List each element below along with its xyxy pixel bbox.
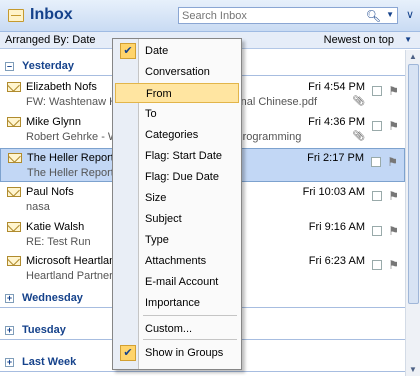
envelope-icon — [7, 82, 21, 92]
group-label: Yesterday — [22, 60, 74, 72]
menu-item-e-mail-account[interactable]: E-mail Account — [115, 272, 239, 292]
message-time: Fri 2:17 PM — [307, 152, 364, 164]
category-checkbox[interactable] — [372, 191, 382, 201]
group-divider — [0, 371, 405, 372]
menu-item-type[interactable]: Type — [115, 230, 239, 250]
menu-item-label: Date — [145, 45, 169, 57]
menu-item-to[interactable]: To — [115, 104, 239, 124]
group-label: Wednesday — [22, 292, 83, 304]
flag-icon[interactable]: ⚑ — [388, 119, 399, 133]
scroll-down-icon[interactable]: ▼ — [409, 365, 417, 374]
expand-chevron-icon[interactable]: ∨ — [406, 8, 414, 21]
group-label: Tuesday — [22, 324, 66, 336]
menu-item-label: Importance — [145, 297, 201, 309]
menu-item-label: Type — [145, 234, 169, 246]
menu-item-label: Flag: Due Date — [145, 171, 219, 183]
menu-item-size[interactable]: Size — [115, 188, 239, 208]
arrange-by-menu: ✔ Date Conversation From To Categories Flag: S… — [112, 38, 242, 370]
category-checkbox[interactable] — [371, 157, 381, 167]
menu-item-label: Subject — [145, 213, 182, 225]
search-options-dropdown-icon[interactable]: ▼ — [386, 10, 394, 19]
flag-icon[interactable]: ⚑ — [387, 155, 398, 169]
checkmark-icon: ✔ — [120, 345, 136, 361]
envelope-icon — [7, 117, 21, 127]
message-time: Fri 4:54 PM — [308, 81, 365, 93]
search-box[interactable]: 🔍︎ ▼ — [178, 7, 398, 24]
scroll-thumb[interactable] — [408, 64, 419, 304]
flag-icon[interactable]: ⚑ — [388, 189, 399, 203]
message-time: Fri 6:23 AM — [308, 255, 365, 267]
menu-item-label: Size — [145, 192, 167, 204]
inbox-icon — [8, 9, 24, 22]
menu-item-categories[interactable]: Categories — [115, 125, 239, 145]
message-time: Fri 4:36 PM — [308, 116, 365, 128]
menu-item-flag-due-date[interactable]: Flag: Due Date — [115, 167, 239, 187]
sort-dropdown-icon[interactable]: ▼ — [404, 35, 412, 44]
vertical-scrollbar[interactable]: ▲ ▼ — [405, 50, 420, 376]
menu-separator — [143, 339, 237, 340]
menu-item-show-in-groups[interactable]: ✔ Show in Groups — [115, 343, 239, 363]
paperclip-icon: 📎︎ — [352, 96, 365, 107]
paperclip-icon: 📎︎ — [352, 131, 365, 142]
category-checkbox[interactable] — [372, 260, 382, 270]
category-checkbox[interactable] — [372, 226, 382, 236]
menu-item-label: Custom... — [145, 323, 193, 335]
category-checkbox[interactable] — [372, 121, 382, 131]
envelope-icon — [8, 153, 22, 163]
envelope-icon — [7, 256, 21, 266]
menu-item-label: Flag: Start Date — [145, 150, 223, 162]
menu-item-from[interactable]: From — [115, 83, 239, 103]
menu-item-date[interactable]: ✔ Date — [115, 41, 239, 61]
menu-item-label: Attachments — [145, 255, 207, 267]
group-label: Last Week — [22, 356, 77, 368]
menu-item-importance[interactable]: Importance — [115, 293, 239, 313]
arrange-by-button[interactable]: Arranged By: Date — [5, 34, 96, 46]
search-input[interactable] — [182, 9, 362, 22]
inbox-header: Inbox 🔍︎ ▼ ∨ — [0, 0, 420, 32]
menu-item-flag-start-date[interactable]: Flag: Start Date — [115, 146, 239, 166]
menu-item-label: To — [145, 108, 157, 120]
collapse-icon[interactable]: – — [5, 62, 14, 71]
message-time: Fri 9:16 AM — [308, 221, 365, 233]
menu-item-label: Show in Groups — [145, 347, 224, 359]
envelope-icon — [7, 187, 21, 197]
folder-title: Inbox — [30, 6, 73, 23]
menu-item-subject[interactable]: Subject — [115, 209, 239, 229]
flag-icon[interactable]: ⚑ — [388, 84, 399, 98]
menu-item-label: From — [146, 88, 172, 100]
menu-item-label: Conversation — [145, 66, 210, 78]
flag-icon[interactable]: ⚑ — [388, 224, 399, 238]
menu-separator — [143, 315, 237, 316]
message-time: Fri 10:03 AM — [302, 186, 365, 198]
menu-item-label: E-mail Account — [145, 276, 219, 288]
search-icon[interactable]: 🔍︎ — [366, 9, 381, 23]
menu-item-custom[interactable]: Custom... — [115, 319, 239, 339]
category-checkbox[interactable] — [372, 86, 382, 96]
flag-icon[interactable]: ⚑ — [388, 258, 399, 272]
expand-icon[interactable]: + — [5, 326, 14, 335]
expand-icon[interactable]: + — [5, 358, 14, 367]
menu-item-label: Categories — [145, 129, 199, 141]
scroll-up-icon[interactable]: ▲ — [409, 52, 417, 61]
expand-icon[interactable]: + — [5, 294, 14, 303]
envelope-icon — [7, 222, 21, 232]
checkmark-icon: ✔ — [120, 43, 136, 59]
menu-item-conversation[interactable]: Conversation — [115, 62, 239, 82]
sort-order-button[interactable]: Newest on top — [324, 34, 394, 46]
menu-item-attachments[interactable]: Attachments — [115, 251, 239, 271]
